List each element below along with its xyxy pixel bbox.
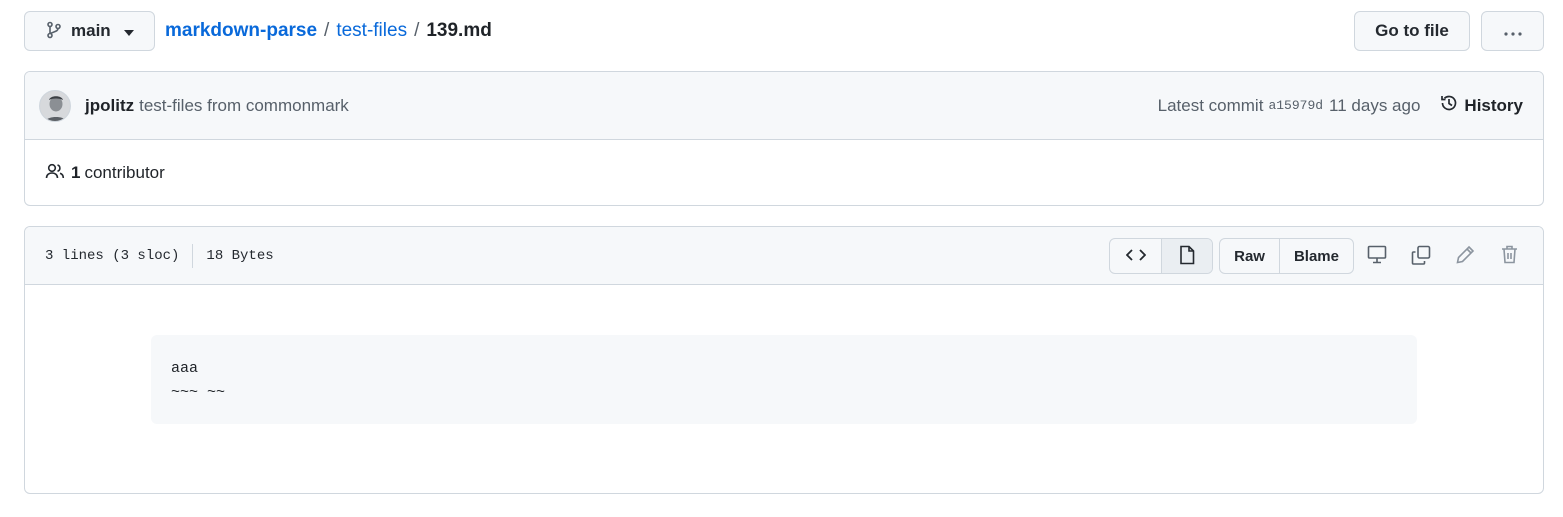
line-count: 3 lines (3 sloc) <box>45 247 180 264</box>
raw-button[interactable]: Raw <box>1220 239 1279 273</box>
open-desktop-button[interactable] <box>1355 238 1399 274</box>
breadcrumb-repo-link[interactable]: markdown-parse <box>165 20 317 42</box>
copy-raw-button[interactable] <box>1399 238 1443 274</box>
breadcrumb-folder-link[interactable]: test-files <box>336 20 407 42</box>
avatar[interactable] <box>39 89 71 122</box>
file-icon <box>1179 245 1195 268</box>
file-actions: Raw Blame <box>1109 238 1531 274</box>
people-icon <box>45 162 65 185</box>
code-line: ~~~ ~~ <box>171 384 226 401</box>
contributor-count: 1 <box>71 163 81 182</box>
file-header: 3 lines (3 sloc) 18 Bytes Raw Blame <box>25 227 1543 285</box>
divider <box>192 243 194 268</box>
history-label: History <box>1464 95 1523 115</box>
contributors-row[interactable]: 1 contributor <box>25 140 1543 205</box>
code-line: aaa <box>171 360 199 377</box>
file-viewer: 3 lines (3 sloc) 18 Bytes Raw Blame aaa … <box>24 226 1544 494</box>
commit-message[interactable]: test-files from commonmark <box>139 96 349 116</box>
git-branch-icon <box>46 21 62 42</box>
pencil-icon <box>1455 245 1475 267</box>
breadcrumb-separator: / <box>324 20 330 41</box>
history-link[interactable]: History <box>1439 93 1523 118</box>
raw-blame-group: Raw Blame <box>1219 238 1354 274</box>
contributor-label: contributor <box>84 163 165 182</box>
edit-file-button[interactable] <box>1443 238 1487 274</box>
more-options-button[interactable] <box>1481 11 1544 51</box>
delete-file-button[interactable] <box>1487 238 1531 274</box>
commit-meta: Latest commit a15979d 11 days ago Histor… <box>1158 93 1523 118</box>
file-size: 18 Bytes <box>206 247 274 264</box>
breadcrumb-separator: / <box>414 20 420 41</box>
commit-author[interactable]: jpolitz <box>85 96 134 116</box>
commit-time: 11 days ago <box>1329 95 1421 115</box>
file-info: 3 lines (3 sloc) 18 Bytes <box>45 243 274 268</box>
desktop-icon <box>1367 245 1387 267</box>
breadcrumb: markdown-parse / test-files / 139.md <box>165 20 492 42</box>
branch-name: main <box>71 21 111 40</box>
kebab-horizontal-icon <box>1503 23 1522 39</box>
history-icon <box>1439 93 1459 118</box>
latest-commit-label: Latest commit <box>1157 95 1264 115</box>
latest-commit-box: jpolitz test-files from commonmark Lates… <box>24 71 1544 206</box>
trash-icon <box>1501 245 1518 267</box>
view-mode-toggle <box>1109 238 1214 274</box>
top-bar: main markdown-parse / test-files / 139.m… <box>24 11 1544 51</box>
commit-sha-link[interactable]: a15979d <box>1268 98 1323 113</box>
commit-row: jpolitz test-files from commonmark Lates… <box>25 72 1543 140</box>
blame-button[interactable]: Blame <box>1278 239 1353 273</box>
rendered-view-button[interactable] <box>1161 239 1213 273</box>
file-content: aaa ~~~ ~~ <box>25 285 1543 493</box>
copy-icon <box>1411 245 1431 268</box>
code-icon <box>1125 248 1146 265</box>
source-view-button[interactable] <box>1110 239 1161 273</box>
code-block: aaa ~~~ ~~ <box>151 335 1417 424</box>
branch-selector-button[interactable]: main <box>24 11 155 51</box>
caret-down-icon <box>123 23 134 39</box>
breadcrumb-file-name: 139.md <box>426 20 492 41</box>
go-to-file-button[interactable]: Go to file <box>1354 11 1470 51</box>
